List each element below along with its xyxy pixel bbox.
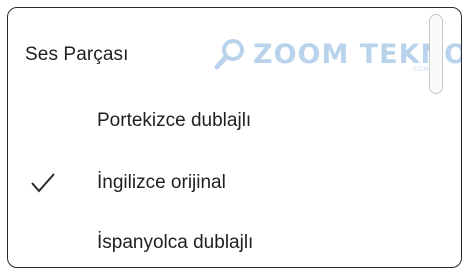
dialog-title: Ses Parçası xyxy=(25,44,129,65)
audio-track-dialog: Ses Parçası ZOOM TEKNO .COM Portekizce d… xyxy=(7,7,462,268)
option-english-original[interactable]: İngilizce orijinal xyxy=(8,158,428,208)
watermark-logo: ZOOM TEKNO .COM xyxy=(213,36,461,76)
option-label: İspanyolca dublajlı xyxy=(97,232,254,253)
watermark-subtext: .COM xyxy=(411,66,429,73)
option-label: Portekizce dublajlı xyxy=(97,110,252,131)
option-spanish-dub[interactable]: İspanyolca dublajlı xyxy=(8,218,428,267)
option-label: İngilizce orijinal xyxy=(97,172,226,193)
checkmark-icon xyxy=(31,173,55,193)
magnifier-icon xyxy=(214,39,244,70)
scrollbar-thumb[interactable] xyxy=(429,14,443,94)
option-portuguese-dub[interactable]: Portekizce dublajlı xyxy=(8,96,428,146)
